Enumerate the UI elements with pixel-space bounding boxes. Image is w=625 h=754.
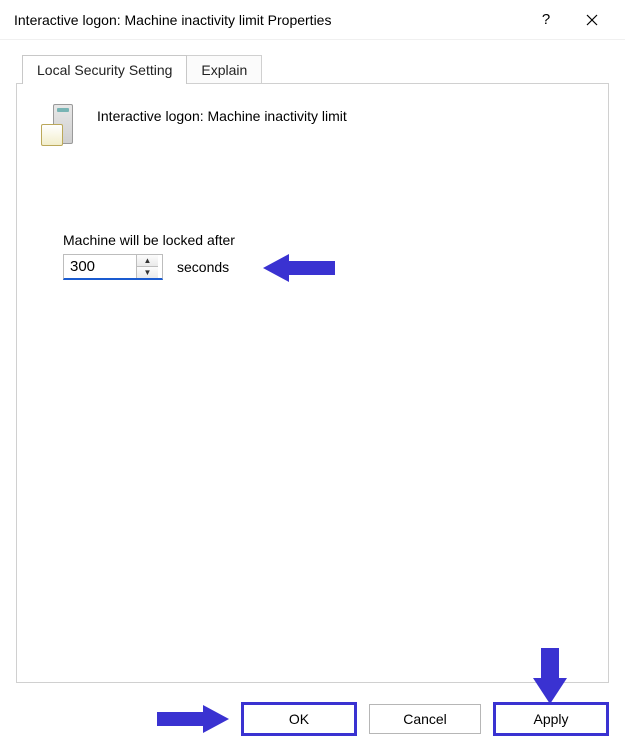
policy-icon bbox=[39, 102, 79, 148]
help-button[interactable]: ? bbox=[523, 4, 569, 36]
inactivity-field-label: Machine will be locked after bbox=[63, 232, 586, 248]
tab-local-security-setting[interactable]: Local Security Setting bbox=[22, 55, 187, 84]
window-title: Interactive logon: Machine inactivity li… bbox=[14, 12, 523, 28]
policy-header: Interactive logon: Machine inactivity li… bbox=[39, 102, 586, 148]
ok-button[interactable]: OK bbox=[243, 704, 355, 734]
setting-row: ▲ ▼ seconds bbox=[63, 254, 586, 280]
spin-buttons: ▲ ▼ bbox=[136, 255, 158, 278]
policy-title: Interactive logon: Machine inactivity li… bbox=[97, 102, 347, 124]
tabstrip: Local Security Setting Explain bbox=[22, 54, 609, 83]
inactivity-seconds-input[interactable] bbox=[64, 255, 136, 278]
inactivity-seconds-spinner: ▲ ▼ bbox=[63, 254, 163, 280]
caret-down-icon: ▼ bbox=[144, 268, 152, 277]
annotation-arrow-ok bbox=[157, 701, 229, 737]
cancel-button[interactable]: Cancel bbox=[369, 704, 481, 734]
spin-up-button[interactable]: ▲ bbox=[137, 255, 158, 266]
close-icon bbox=[586, 14, 598, 26]
spin-down-button[interactable]: ▼ bbox=[137, 266, 158, 278]
titlebar: Interactive logon: Machine inactivity li… bbox=[0, 0, 625, 40]
dialog-footer: OK Cancel Apply bbox=[0, 696, 625, 754]
apply-button[interactable]: Apply bbox=[495, 704, 607, 734]
caret-up-icon: ▲ bbox=[144, 256, 152, 265]
setting-block: Machine will be locked after ▲ ▼ seconds bbox=[63, 232, 586, 280]
annotation-arrow-field bbox=[263, 250, 335, 286]
close-button[interactable] bbox=[569, 4, 615, 36]
inactivity-unit-label: seconds bbox=[177, 259, 229, 275]
client-area: Local Security Setting Explain Interacti… bbox=[0, 40, 625, 696]
annotation-arrow-apply bbox=[529, 648, 571, 704]
tab-explain[interactable]: Explain bbox=[187, 55, 262, 84]
tab-panel-setting: Interactive logon: Machine inactivity li… bbox=[16, 83, 609, 683]
